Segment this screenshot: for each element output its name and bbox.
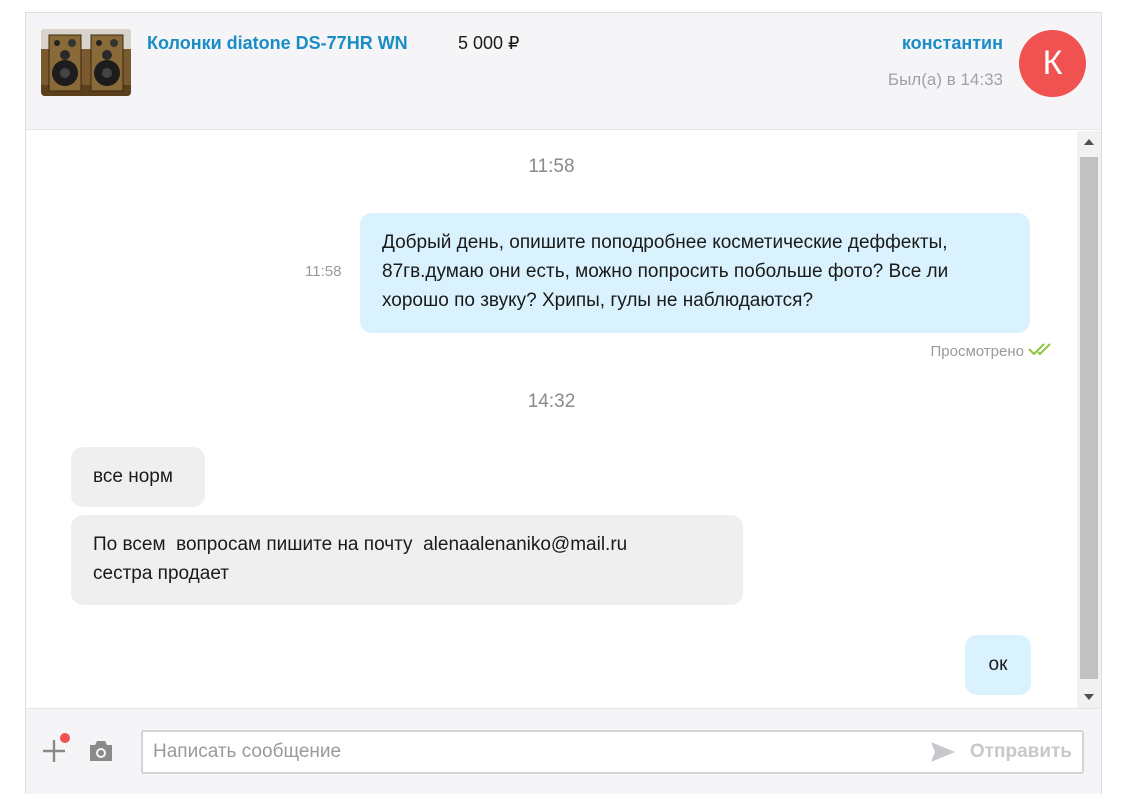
message-input-box: Отправить [141,730,1084,774]
chat-window: Колонки diatone DS-77HR WN 5 000 ₽ конст… [25,12,1102,794]
camera-icon [90,741,112,761]
message-bubble-incoming: все норм [71,447,205,507]
notification-dot [60,733,70,743]
contact-last-seen: Был(а) в 14:33 [887,70,1003,89]
date-separator: 14:32 [527,391,576,412]
send-button-label: Отправить [969,741,1072,762]
message-text: По всем вопросам пишите на почту alenaal… [93,534,628,555]
product-price: 5 000 ₽ [458,33,520,53]
message-text: Добрый день, опишите поподробнее космети… [382,232,949,311]
message-composer: Отправить [26,708,1101,794]
contact-name-link[interactable]: константин [902,33,1003,54]
message-bubble-outgoing: ок [965,635,1031,695]
read-status-label: Просмотрено [930,342,1024,360]
scroll-down-arrow[interactable] [1077,686,1101,708]
chat-header: Колонки diatone DS-77HR WN 5 000 ₽ конст… [26,13,1101,130]
message-bubble-incoming: По всем вопросам пишите на почту alenaal… [71,515,743,605]
send-arrow-icon [930,742,955,762]
avatar[interactable]: К [1019,30,1086,97]
scrollbar[interactable] [1077,131,1101,708]
product-title-link[interactable]: Колонки diatone DS-77HR WN [147,33,408,54]
message-bubble-outgoing: Добрый день, опишите поподробнее космети… [360,213,1030,333]
double-check-icon [1028,342,1056,360]
message-text: все норм [93,466,173,487]
message-text: ок [988,654,1008,675]
scroll-up-arrow[interactable] [1077,131,1101,153]
message-time: 11:58 [305,263,342,280]
scroll-thumb[interactable] [1080,157,1098,679]
message-list[interactable]: 11:58 11:58 Добрый день, опишите поподро… [26,131,1077,708]
date-separator: 11:58 [528,156,575,177]
product-thumbnail[interactable] [41,29,131,96]
message-text: сестра продает [93,563,229,584]
message-input[interactable] [153,732,893,772]
read-status: Просмотрено [931,342,1056,360]
camera-button[interactable] [88,739,114,763]
send-button[interactable]: Отправить [930,732,1072,772]
